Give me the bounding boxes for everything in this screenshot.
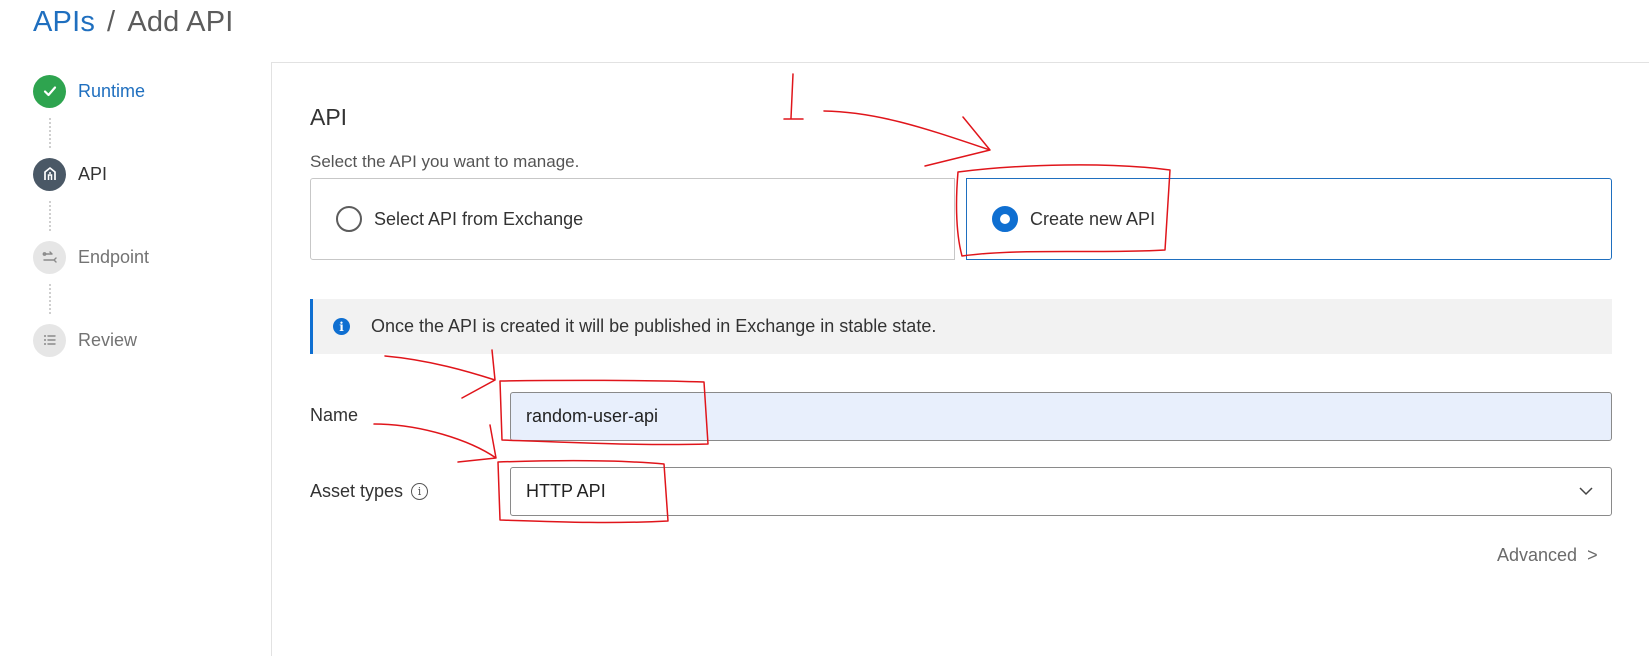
info-outline-icon[interactable]: i: [411, 483, 429, 500]
breadcrumb-separator: /: [107, 6, 116, 38]
step-connector: [49, 284, 51, 314]
radio-unchecked-icon[interactable]: [336, 206, 362, 232]
section-title: API: [310, 104, 348, 130]
annotation-arrow-name: [384, 349, 496, 399]
step-label-api: API: [78, 163, 108, 184]
annotation-number-1-mark: [783, 73, 804, 120]
annotation-arrow-asset: [373, 423, 497, 463]
step-label-runtime: Runtime: [78, 80, 146, 101]
asset-types-label: Asset types: [310, 481, 404, 501]
option-label: Select API from Exchange: [374, 208, 584, 229]
step-endpoint[interactable]: Endpoint: [33, 240, 149, 274]
info-banner-text: Once the API is created it will be publi…: [371, 316, 937, 336]
breadcrumb: APIs / Add API: [33, 6, 234, 39]
radio-checked-icon[interactable]: [992, 206, 1018, 232]
section-subtitle: Select the API you want to manage.: [310, 152, 580, 171]
breadcrumb-apis-link[interactable]: APIs: [33, 6, 95, 38]
annotation-arrow-1: [823, 110, 991, 167]
step-review[interactable]: Review: [33, 323, 137, 357]
advanced-link[interactable]: Advanced >: [1497, 545, 1598, 566]
step-label-review: Review: [78, 329, 138, 350]
chevron-down-icon: [1579, 487, 1593, 496]
step-api[interactable]: API: [33, 157, 107, 191]
info-banner: i Once the API is created it will be pub…: [310, 299, 1612, 354]
step-runtime[interactable]: Runtime: [33, 74, 145, 108]
asset-types-value: HTTP API: [526, 481, 606, 501]
asset-types-select[interactable]: HTTP API: [510, 467, 1612, 516]
name-label: Name: [310, 405, 359, 425]
sidebar-divider: [271, 62, 272, 656]
step-connector: [49, 201, 51, 231]
asset-types-label-row: Asset types i: [310, 481, 429, 502]
option-select-from-exchange[interactable]: Select API from Exchange: [310, 178, 955, 260]
option-label: Create new API: [1030, 208, 1156, 229]
step-label-endpoint: Endpoint: [78, 246, 150, 267]
name-input[interactable]: [510, 392, 1612, 441]
check-icon: [33, 74, 66, 108]
option-create-new-api[interactable]: Create new API: [966, 178, 1612, 260]
chevron-right-icon: >: [1587, 545, 1598, 565]
api-icon: [33, 157, 66, 191]
advanced-label: Advanced: [1497, 545, 1578, 565]
header-divider: [271, 62, 1649, 63]
info-icon: i: [333, 318, 350, 335]
list-icon: [33, 323, 66, 357]
endpoint-icon: [33, 240, 66, 274]
breadcrumb-current: Add API: [127, 6, 234, 38]
step-connector: [49, 118, 51, 148]
